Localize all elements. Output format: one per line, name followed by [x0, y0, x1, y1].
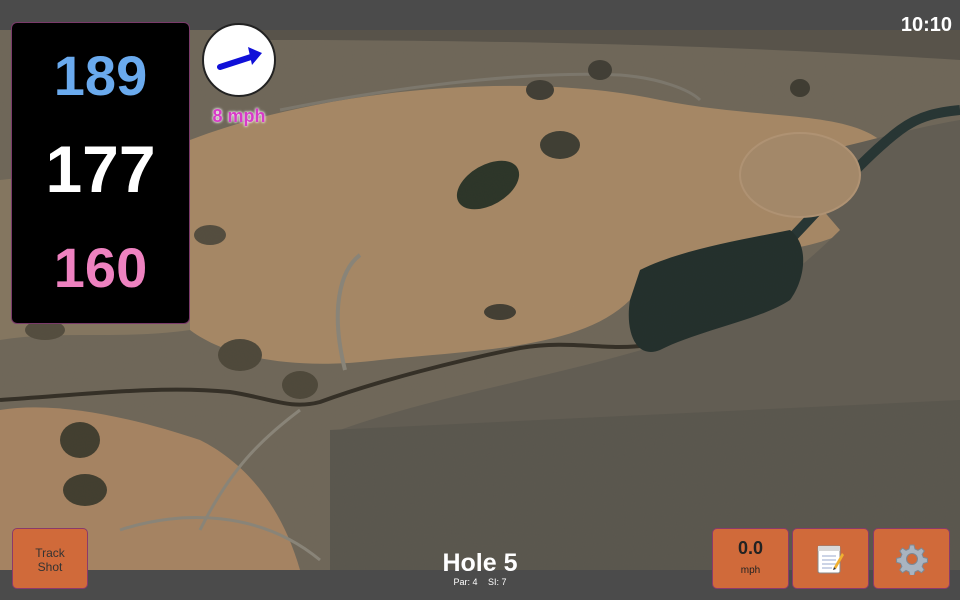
speed-value: 0.0 [737, 538, 764, 558]
wind-indicator [202, 23, 276, 97]
gear-icon [896, 544, 928, 575]
notepad-icon [817, 545, 844, 574]
speed-button[interactable]: 0.0 mph [712, 528, 789, 589]
notes-button[interactable] [792, 528, 869, 589]
middle-distance: 177 [45, 132, 156, 206]
front-distance: 160 [53, 236, 148, 299]
back-distance: 189 [53, 44, 148, 107]
settings-button[interactable] [873, 528, 950, 589]
distance-panel: 189 177 160 [11, 22, 190, 324]
clock: 10:10 [900, 14, 952, 36]
track-shot-button[interactable]: Track Shot [12, 528, 88, 589]
wind-speed: 8 mph [212, 106, 266, 126]
track-shot-label-line2: Shot [37, 560, 63, 574]
hole-si: SI: 7 [488, 577, 507, 587]
track-shot-label-line1: Track [35, 546, 65, 560]
hole-title: Hole 5 [442, 549, 518, 577]
hole-par: Par: 4 [453, 577, 478, 587]
speed-unit: mph [740, 565, 761, 576]
hole-info: Par: 4 SI: 7 [380, 577, 580, 587]
arrow-icon [217, 47, 262, 70]
